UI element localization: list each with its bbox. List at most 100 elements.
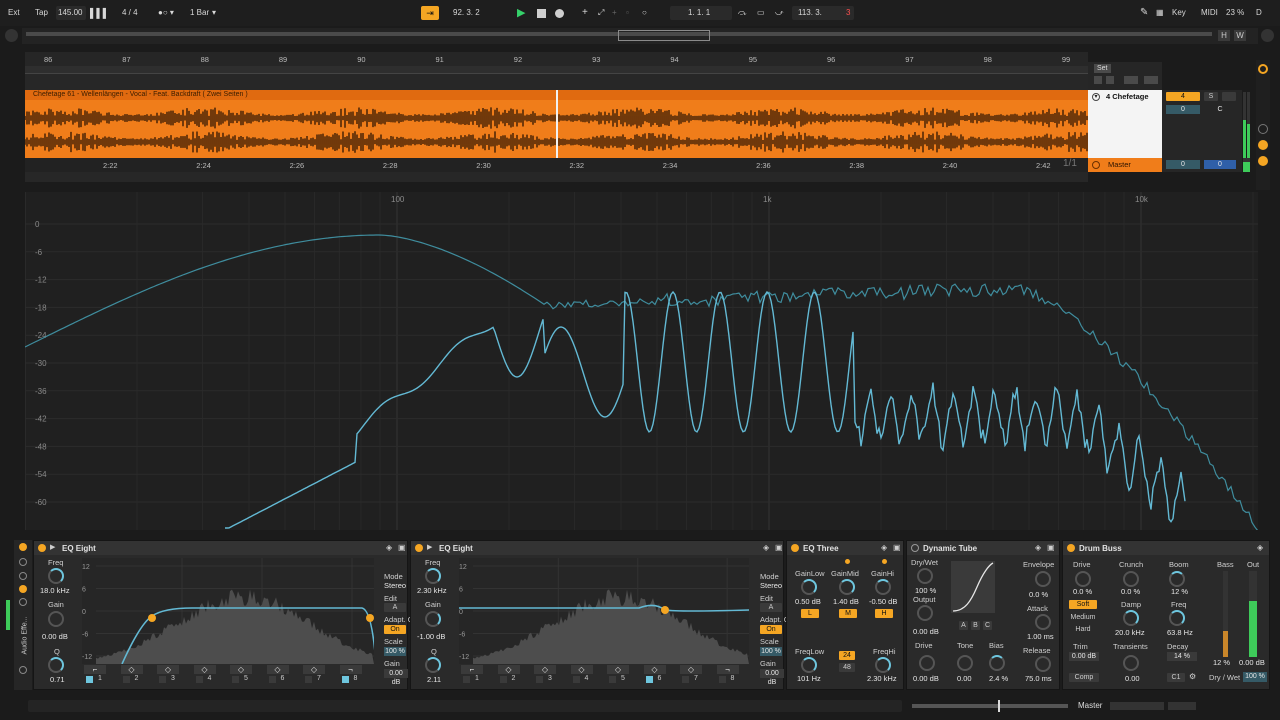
time-ruler[interactable]: 2:22 2:24 2:26 2:28 2:30 2:32 2:34 2:36 2:38 2:40…	[25, 158, 1088, 172]
eq3-slope-48[interactable]: 48	[839, 663, 855, 672]
tap-tempo-button[interactable]: Tap	[35, 6, 48, 20]
time-signature[interactable]: 4 / 4	[122, 6, 138, 20]
dynamic-tube-save-icon[interactable]: ▣	[1047, 542, 1055, 554]
re-enable-automation-icon[interactable]: +	[612, 6, 617, 20]
session-record-icon[interactable]: ○	[642, 6, 647, 20]
tube-drywet-value[interactable]: 100 %	[915, 586, 936, 595]
eq-band-node[interactable]	[148, 614, 156, 622]
band-toggle[interactable]	[499, 676, 507, 683]
db-freq-value[interactable]: 63.8 Hz	[1167, 628, 1193, 637]
band-filter-type[interactable]: ◇	[607, 665, 629, 674]
metronome-bars-icon[interactable]: ▌▌▌	[90, 6, 109, 20]
eq-eight-2-activator[interactable]	[415, 544, 423, 552]
rack-chain-icon[interactable]	[19, 558, 27, 566]
eq-three-save-icon[interactable]: ▣	[893, 542, 901, 554]
drum-buss-header[interactable]: Drum Buss ◈	[1063, 541, 1269, 555]
band-toggle[interactable]	[645, 676, 653, 683]
band-toggle[interactable]	[341, 676, 349, 683]
tube-output-knob[interactable]	[917, 605, 933, 621]
eq2-q-knob[interactable]	[425, 657, 441, 673]
midi-map-button[interactable]: MIDI	[1201, 6, 1218, 20]
db-trim-value[interactable]: 0.00 dB	[1069, 652, 1099, 661]
eq2-mode-value[interactable]: Stereo	[760, 581, 782, 590]
db-damp-knob[interactable]	[1123, 610, 1139, 626]
dynamic-tube-hotswap-icon[interactable]: ◈	[1035, 542, 1041, 554]
db-transients-knob[interactable]	[1123, 655, 1139, 671]
db-drywet-value[interactable]: 100 %	[1243, 672, 1267, 682]
draw-mode-icon[interactable]: ✎	[1140, 6, 1148, 20]
tempo-field[interactable]: 145.00	[56, 6, 86, 20]
eq1-scale-value[interactable]: 100 %	[384, 647, 406, 656]
eq1-gain-knob[interactable]	[48, 611, 64, 627]
tube-envelope-value[interactable]: 0.0 %	[1029, 590, 1048, 599]
db-boom-knob[interactable]	[1169, 571, 1185, 587]
db-drive-knob[interactable]	[1075, 571, 1091, 587]
drum-buss-activator[interactable]	[1067, 544, 1075, 552]
tube-tone-value[interactable]: 0.00	[957, 674, 972, 683]
overview-right-toggle[interactable]	[1261, 29, 1274, 42]
automation-arm-icon[interactable]: ⤢	[598, 6, 604, 20]
arrangement-toggle[interactable]	[1124, 76, 1138, 84]
band-filter-type[interactable]: ⌐	[461, 665, 483, 674]
band-filter-type[interactable]: ¬	[339, 665, 362, 674]
eq2-display[interactable]: 1260-6-121001k10k	[459, 558, 749, 664]
loop-brace-lane[interactable]	[25, 66, 1088, 74]
ext-sync-button[interactable]: Ext	[8, 6, 20, 20]
eq1-gain-value[interactable]: 0.00 dB	[42, 632, 68, 641]
db-freq-knob[interactable]	[1169, 610, 1185, 626]
groove-icon[interactable]	[1258, 140, 1268, 150]
bar-ruler[interactable]: 86 87 88 89 90 91 92 93 94 95 96 97 98 99	[25, 52, 1088, 66]
eq1-mode-value[interactable]: Stereo	[384, 581, 406, 590]
eq-band-node[interactable]	[366, 614, 374, 622]
master-pan[interactable]: 0	[1204, 160, 1236, 169]
eq-eight-2-save-icon[interactable]: ▣	[775, 542, 783, 554]
db-drive-value[interactable]: 0.0 %	[1073, 587, 1092, 596]
drum-buss-hotswap-icon[interactable]: ◈	[1257, 542, 1263, 554]
band-toggle[interactable]	[122, 676, 130, 683]
eq1-display[interactable]: 1260-6-121001k10k	[82, 558, 374, 664]
stop-icon[interactable]	[537, 9, 546, 18]
band-filter-type[interactable]: ◇	[266, 665, 289, 674]
overdub-plus-icon[interactable]: +	[582, 6, 588, 20]
db-boom-value[interactable]: 12 %	[1171, 587, 1188, 596]
eq1-freq-knob[interactable]	[48, 568, 64, 584]
eq1-edit-a-button[interactable]: A	[384, 603, 406, 612]
quantize-menu[interactable]: 1 Bar	[190, 6, 209, 20]
track-activator[interactable]: 4	[1166, 92, 1200, 101]
tube-drive-value[interactable]: 0.00 dB	[913, 674, 939, 683]
master-track-header[interactable]: Master	[1088, 158, 1162, 172]
db-soft-button[interactable]: Soft	[1069, 600, 1097, 609]
eq3-gainhi-value[interactable]: -0.50 dB	[869, 597, 897, 606]
song-position[interactable]: 92. 3. 2	[453, 6, 480, 20]
overview-toggle[interactable]	[5, 29, 18, 42]
eq3-gainlow-knob[interactable]	[801, 579, 817, 595]
band-toggle[interactable]	[609, 676, 616, 683]
dynamic-tube-activator[interactable]	[911, 544, 919, 552]
set-button-a[interactable]	[1094, 76, 1102, 84]
eq-eight-1-header[interactable]: ▶ EQ Eight ◈ ▣	[34, 541, 407, 555]
band-toggle[interactable]	[463, 676, 470, 683]
db-hard-button[interactable]: Hard	[1069, 625, 1097, 634]
tube-type-b[interactable]: B	[971, 621, 980, 630]
lock-icon[interactable]	[1144, 76, 1158, 84]
eq1-adapt-toggle[interactable]: On	[384, 625, 406, 634]
w-button[interactable]: W	[1234, 30, 1246, 41]
tube-output-value[interactable]: 0.00 dB	[913, 627, 939, 636]
db-out-value[interactable]: 0.00 dB	[1239, 658, 1265, 667]
band-toggle[interactable]	[159, 676, 166, 683]
eq3-freqhi-value[interactable]: 2.30 kHz	[867, 674, 897, 683]
song-overview[interactable]: H W	[22, 28, 1258, 44]
loop-length-field[interactable]: 113. 3. 3	[792, 6, 854, 20]
tube-bias-value[interactable]: 2.4 %	[989, 674, 1008, 683]
band-filter-type[interactable]: ◇	[230, 665, 252, 674]
band-toggle[interactable]	[718, 676, 726, 683]
eq1-q-value[interactable]: 0.71	[50, 675, 65, 684]
eq-band-node[interactable]	[661, 606, 669, 614]
play-small-icon[interactable]: ▶	[50, 542, 55, 554]
play-small-icon[interactable]: ▶	[427, 542, 432, 554]
dynamic-tube-header[interactable]: Dynamic Tube ◈ ▣	[907, 541, 1059, 555]
eq3-freqlow-knob[interactable]	[801, 657, 817, 673]
db-settings-icon[interactable]: ⚙	[1189, 671, 1196, 683]
rack-activator[interactable]	[19, 543, 27, 551]
eq-eight-1-hotswap-icon[interactable]: ◈	[386, 542, 392, 554]
